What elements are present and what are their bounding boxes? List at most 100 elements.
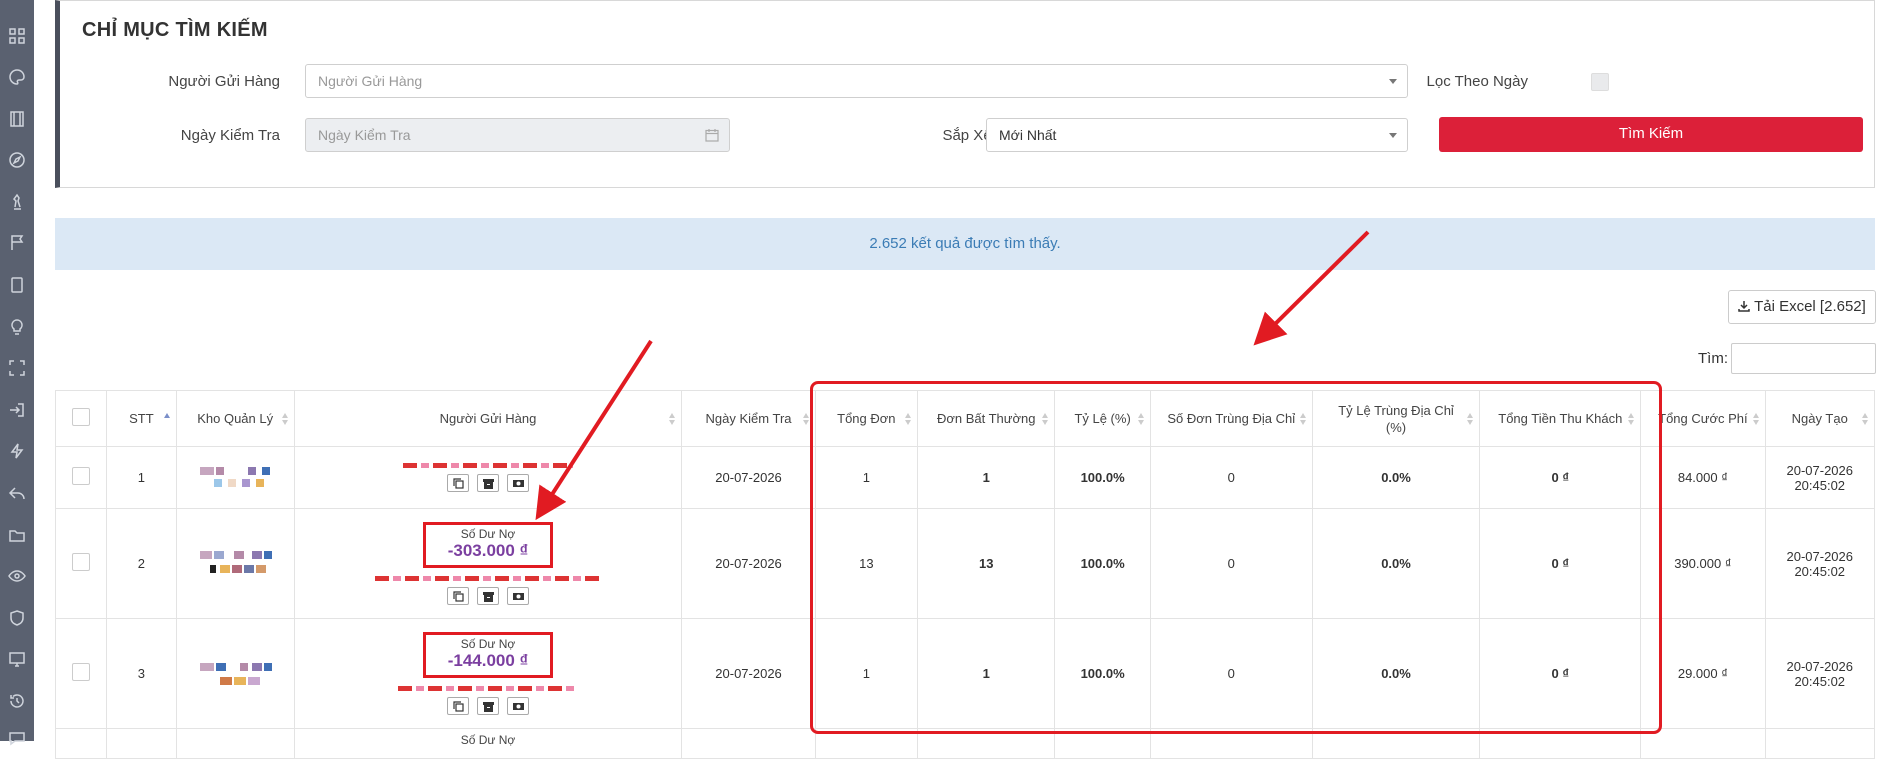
cell-created: 20-07-2026 20:45:02 xyxy=(1764,446,1875,509)
history-icon[interactable] xyxy=(7,691,27,711)
created-date: 20-07-2026 xyxy=(1786,548,1854,564)
compass-icon[interactable] xyxy=(7,150,27,170)
cell-sender: Số Dư Nợ -144.000 ₫ xyxy=(293,618,683,729)
result-summary: 2.652 kết quả được tìm thấy. xyxy=(55,218,1875,270)
cell-collected: 0 ₫ xyxy=(1479,508,1642,619)
money-icon[interactable] xyxy=(506,697,529,715)
money-icon[interactable] xyxy=(506,474,529,492)
filter-date-checkbox[interactable] xyxy=(1591,73,1609,91)
created-time: 20:45:02 xyxy=(1794,563,1846,579)
col-stt[interactable]: STT xyxy=(106,390,177,447)
cell-created: 20-07-2026 20:45:02 xyxy=(1764,508,1875,619)
folder-icon[interactable] xyxy=(7,525,27,545)
cell-abnormal: 1 xyxy=(917,446,1056,509)
chat-icon[interactable] xyxy=(7,728,27,748)
col-sender-label: Người Gửi Hàng xyxy=(439,411,537,426)
film-icon[interactable] xyxy=(7,109,27,129)
palette-icon[interactable] xyxy=(7,67,27,87)
col-abnormal-orders[interactable]: Đơn Bất Thường xyxy=(917,390,1056,447)
sender-select[interactable]: Người Gửi Hàng xyxy=(305,64,1408,98)
reply-icon[interactable] xyxy=(7,483,27,503)
cell-collected xyxy=(1479,728,1642,759)
cell-sender: Số Dư Nợ -303.000 ₫ xyxy=(293,508,683,619)
cell-created xyxy=(1764,728,1875,759)
table-row[interactable]: 2 Số Dư Nợ -303.000 ₫ 20-07-2026 13 13 1… xyxy=(55,508,1875,619)
table-header-row: STT Kho Quản Lý Người Gửi Hàng Ngày Kiểm… xyxy=(55,390,1875,447)
col-total-orders[interactable]: Tổng Đơn xyxy=(814,390,919,447)
sort-select[interactable]: Mới Nhất xyxy=(986,118,1408,152)
col-fee[interactable]: Tổng Cước Phí xyxy=(1640,390,1766,447)
sort-asc-icon xyxy=(163,413,171,425)
col-abnormal-orders-label: Đơn Bất Thường xyxy=(936,411,1036,426)
col-stt-label: STT xyxy=(129,411,154,426)
archive-icon[interactable] xyxy=(476,697,499,715)
cell-collected: 0 ₫ xyxy=(1479,618,1642,729)
cell-fee: 84.000 ₫ xyxy=(1640,446,1766,509)
archive-icon[interactable] xyxy=(476,474,499,492)
cell-warehouse xyxy=(175,508,295,619)
col-dup-ratio[interactable]: Tỷ Lệ Trùng Địa Chỉ (%) xyxy=(1311,390,1481,447)
bulb-icon[interactable] xyxy=(7,317,27,337)
shield-icon[interactable] xyxy=(7,608,27,628)
sort-icon xyxy=(1752,413,1760,425)
search-button[interactable]: Tìm Kiếm xyxy=(1439,117,1863,152)
archive-icon[interactable] xyxy=(476,587,499,605)
copy-icon[interactable] xyxy=(447,697,470,715)
sort-icon xyxy=(1042,413,1049,425)
cell-dup-ratio: 0.0% xyxy=(1311,446,1481,509)
cell-dup-orders: 0 xyxy=(1149,508,1313,619)
cell-ratio: 100.0% xyxy=(1054,508,1151,619)
copy-icon[interactable] xyxy=(447,474,470,492)
table-row[interactable]: 1 20-07-2026 1 1 100.0% 0 0.0% 0 ₫ 84.00… xyxy=(55,446,1875,509)
debt-box: Số Dư Nợ -303.000 ₫ xyxy=(422,522,554,568)
created-date: 20-07-2026 xyxy=(1786,462,1854,478)
col-collected-label: Tổng Tiền Thu Khách xyxy=(1498,411,1623,426)
sender-actions xyxy=(295,474,682,492)
cell-stt: 1 xyxy=(106,446,177,509)
col-dup-ratio-label: Tỷ Lệ Trùng Địa Chỉ (%) xyxy=(1338,402,1454,435)
col-collected[interactable]: Tổng Tiền Thu Khách xyxy=(1479,390,1642,447)
money-icon[interactable] xyxy=(506,587,529,605)
date-input[interactable]: Ngày Kiểm Tra xyxy=(305,118,730,152)
sort-icon xyxy=(1862,413,1869,425)
chess-icon[interactable] xyxy=(7,192,27,212)
grid-icon[interactable] xyxy=(7,26,27,46)
cell-warehouse xyxy=(175,446,295,509)
cell-check-date: 20-07-2026 xyxy=(681,508,816,619)
sort-value: Mới Nhất xyxy=(999,127,1057,143)
monitor-icon[interactable] xyxy=(7,649,27,669)
row-checkbox[interactable] xyxy=(72,553,90,571)
col-ratio[interactable]: Tỷ Lệ (%) xyxy=(1054,390,1151,447)
login-icon[interactable] xyxy=(7,400,27,420)
find-input[interactable] xyxy=(1731,343,1876,374)
cell-abnormal: 1 xyxy=(917,618,1056,729)
copy-icon[interactable] xyxy=(447,587,470,605)
sort-icon xyxy=(1628,413,1635,425)
col-created[interactable]: Ngày Tạo xyxy=(1764,390,1875,447)
debt-label: Số Dư Nợ xyxy=(460,733,516,747)
cell-total-orders: 1 xyxy=(814,618,919,729)
tablet-icon[interactable] xyxy=(7,275,27,295)
select-all-cell xyxy=(55,390,107,447)
row-checkbox[interactable] xyxy=(72,467,90,485)
select-all-checkbox[interactable] xyxy=(72,407,90,426)
excel-download-button[interactable]: Tải Excel [2.652] xyxy=(1728,290,1876,324)
bolt-icon[interactable] xyxy=(7,441,27,461)
col-ratio-label: Tỷ Lệ (%) xyxy=(1074,411,1131,426)
col-warehouse[interactable]: Kho Quản Lý xyxy=(175,390,295,447)
table-row[interactable]: 3 Số Dư Nợ -144.000 ₫ 20-07-2026 1 1 100… xyxy=(55,618,1875,729)
sender-placeholder: Người Gửi Hàng xyxy=(318,73,423,89)
eye-icon[interactable] xyxy=(7,566,27,586)
row-checkbox[interactable] xyxy=(72,663,90,681)
col-dup-orders[interactable]: Số Đơn Trùng Địa Chỉ xyxy=(1149,390,1313,447)
debt-value: -144.000 ₫ xyxy=(447,651,529,670)
cell-ratio: 100.0% xyxy=(1054,618,1151,729)
table-row[interactable]: Số Dư Nợ xyxy=(55,728,1875,759)
sort-icon xyxy=(669,413,676,425)
col-check-date[interactable]: Ngày Kiểm Tra xyxy=(681,390,816,447)
redacted-sender-name xyxy=(375,576,601,581)
expand-icon[interactable] xyxy=(7,358,27,378)
flag-icon[interactable] xyxy=(7,233,27,253)
col-sender[interactable]: Người Gửi Hàng xyxy=(293,390,683,447)
calendar-icon xyxy=(705,128,719,142)
